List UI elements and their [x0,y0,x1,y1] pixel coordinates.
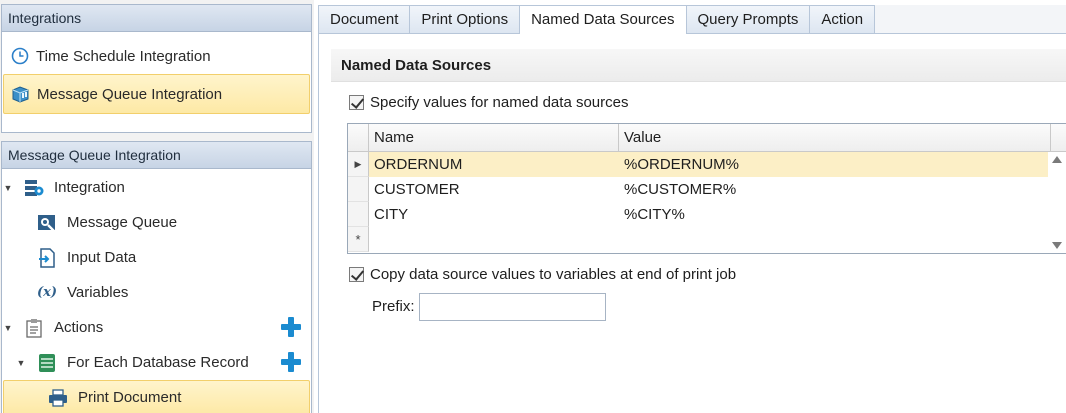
message-queue-icon [11,84,31,104]
prefix-input[interactable] [419,293,606,321]
row-header-corner [348,124,369,152]
tree-item-input-data[interactable]: Input Data [2,240,311,275]
named-data-sources-grid: Name Value ▶ ORDERNUM %ORDERNUM% CUSTOME… [347,123,1066,254]
clock-icon [10,46,30,66]
copy-values-label: Copy data source values to variables at … [370,266,737,283]
new-row-indicator-icon: * [348,227,369,252]
column-header-name[interactable]: Name [369,124,619,152]
tree-item-label: Input Data [67,249,137,266]
message-queue-settings-icon [37,213,57,233]
section-title: Named Data Sources [331,49,1066,82]
tab-document[interactable]: Document [318,5,411,34]
integration-item-message-queue[interactable]: Message Queue Integration [3,74,310,114]
input-data-icon [37,247,57,268]
grid-header: Name Value [348,124,1066,152]
new-row[interactable] [369,227,1049,252]
row-header [348,177,369,202]
configuration-tree-panel: Message Queue Integration ▼ Integration … [1,141,312,413]
cell-value[interactable]: %CUSTOMER% [624,177,736,202]
table-row[interactable]: ORDERNUM %ORDERNUM% [369,152,1049,177]
tree-item-actions[interactable]: ▼ Actions [2,310,311,345]
add-action-icon[interactable] [281,317,301,337]
specify-values-checkbox[interactable] [349,95,364,110]
integration-item-time-schedule[interactable]: Time Schedule Integration [3,36,310,76]
expand-arrow-icon[interactable]: ▼ [2,183,14,193]
tab-print-options[interactable]: Print Options [410,5,521,34]
integrations-panel: Integrations Time Schedule Integration M… [1,4,312,133]
cell-name[interactable]: CITY [374,202,408,227]
tree-item-label: Variables [67,284,129,301]
tree-item-message-queue[interactable]: Message Queue [2,205,311,240]
specify-values-label: Specify values for named data sources [370,94,629,111]
left-pane: Integrations Time Schedule Integration M… [0,0,314,413]
expand-arrow-icon[interactable]: ▼ [15,358,27,368]
scroll-up-icon[interactable] [1052,156,1062,163]
add-action-icon[interactable] [281,352,301,372]
tab-named-data-sources[interactable]: Named Data Sources [520,5,687,35]
tree-item-label: Print Document [78,389,182,406]
row-header [348,202,369,227]
integration-item-label: Time Schedule Integration [36,47,211,65]
printer-icon [48,388,68,408]
tree-item-print-document[interactable]: Print Document [3,380,310,413]
cell-name[interactable]: ORDERNUM [374,152,462,177]
grid-scrollbar[interactable] [1048,152,1066,253]
tab-query-prompts[interactable]: Query Prompts [686,5,811,34]
tree-item-label: Actions [54,319,104,336]
actions-icon [24,318,44,338]
tab-content: Named Data Sources Specify values for na… [318,34,1066,413]
variables-icon: (x) [36,285,58,300]
cell-name[interactable]: CUSTOMER [374,177,460,202]
specify-values-checkbox-row[interactable]: Specify values for named data sources [349,94,628,111]
table-row[interactable]: CUSTOMER %CUSTOMER% [369,177,1049,202]
tree-item-label: Message Queue [67,214,178,231]
current-row-indicator-icon: ▶ [348,152,369,177]
tree-item-integration[interactable]: ▼ Integration [2,170,311,205]
tab-action[interactable]: Action [810,5,876,34]
configuration-tree-header: Message Queue Integration [2,142,311,169]
tree-item-label: Integration [54,179,125,196]
scroll-down-icon[interactable] [1052,242,1062,249]
tree-item-for-each-database-record[interactable]: ▼ For Each Database Record [2,345,311,380]
column-header-value[interactable]: Value [619,124,1051,152]
expand-arrow-icon[interactable]: ▼ [2,323,14,333]
copy-values-checkbox[interactable] [349,267,364,282]
details-pane: Document Print Options Named Data Source… [318,0,1066,413]
database-icon [37,353,57,373]
tab-strip: Document Print Options Named Data Source… [318,5,1066,35]
prefix-label: Prefix: [372,298,415,315]
copy-values-checkbox-row[interactable]: Copy data source values to variables at … [349,266,736,283]
cell-value[interactable]: %ORDERNUM% [624,152,739,177]
integration-item-label: Message Queue Integration [37,85,223,103]
cell-value[interactable]: %CITY% [624,202,685,227]
tree-item-label: For Each Database Record [67,354,249,371]
table-row[interactable]: CITY %CITY% [369,202,1049,227]
tree-item-variables[interactable]: (x) Variables [2,275,311,310]
integrations-panel-header: Integrations [2,5,311,32]
integration-icon [24,178,44,198]
